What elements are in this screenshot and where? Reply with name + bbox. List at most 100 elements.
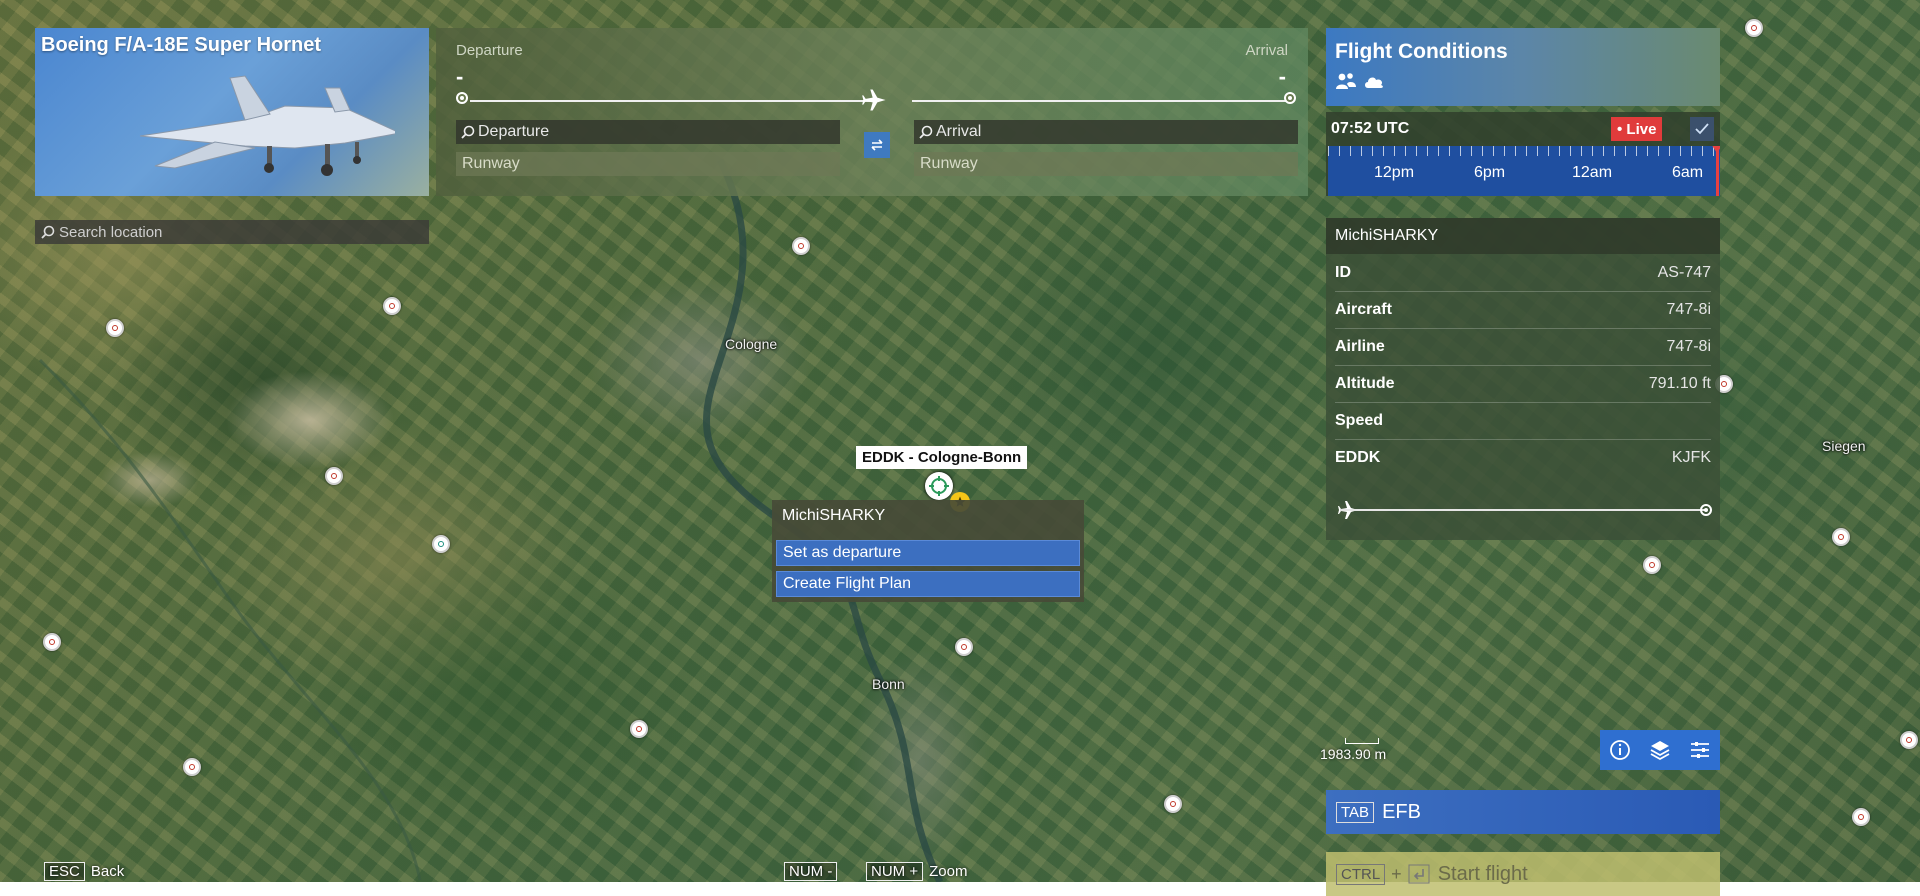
map-tools-bar	[1600, 730, 1720, 770]
departure-route-line	[470, 100, 875, 102]
time-of-day-slider[interactable]: 12pm 6pm 12am 6am	[1328, 146, 1720, 196]
departure-runway-select[interactable]: Runway	[456, 152, 840, 176]
city-label-bonn: Bonn	[872, 676, 905, 692]
timeline-label: 12pm	[1374, 164, 1415, 181]
info-row-altitude: Altitude 791.10 ft	[1335, 365, 1711, 403]
filter-settings-icon[interactable]	[1688, 738, 1712, 762]
destination-node	[1700, 504, 1712, 516]
info-row-airline: Airline 747-8i	[1335, 328, 1711, 366]
zoom-out-hint[interactable]: NUM -	[784, 862, 838, 881]
arrival-runway-select[interactable]: Runway	[914, 152, 1298, 176]
plus-sign: +	[1391, 863, 1402, 884]
map-marker-icon[interactable]	[106, 319, 124, 337]
zoom-label: Zoom	[929, 863, 968, 880]
map-marker-icon[interactable]	[630, 720, 648, 738]
map-marker-icon[interactable]	[432, 535, 450, 553]
arrival-search-field[interactable]: Arrival	[914, 120, 1298, 144]
map-marker-icon[interactable]	[1832, 528, 1850, 546]
map-marker-icon[interactable]	[1900, 731, 1918, 749]
start-flight-label: Start flight	[1437, 862, 1528, 885]
back-hint[interactable]: ESC Back	[44, 862, 124, 881]
search-icon	[41, 225, 55, 239]
live-checkbox[interactable]	[1690, 117, 1714, 141]
map-marker-icon[interactable]	[43, 633, 61, 651]
map-marker-icon[interactable]	[1852, 808, 1870, 826]
flight-progress-track	[1340, 509, 1706, 511]
info-value: 747-8i	[1666, 337, 1711, 355]
live-button[interactable]: • Live	[1611, 117, 1663, 141]
map-marker-icon[interactable]	[183, 758, 201, 776]
info-key: EDDK	[1335, 448, 1381, 466]
airplane-icon	[862, 89, 886, 111]
cloud-icon	[1365, 77, 1383, 88]
info-value: 747-8i	[1666, 300, 1711, 318]
search-location-input[interactable]: Search location	[35, 220, 429, 244]
flight-conditions-panel[interactable]: Flight Conditions	[1326, 28, 1720, 106]
flight-conditions-title: Flight Conditions	[1335, 40, 1508, 63]
swap-arrows-icon	[871, 139, 883, 151]
esc-key: ESC	[44, 862, 85, 881]
info-key: Altitude	[1335, 374, 1395, 392]
tab-key: TAB	[1336, 801, 1375, 823]
map-scale-label: 1983.90 m	[1320, 746, 1387, 762]
start-flight-button[interactable]: CTRL + Start flight	[1326, 852, 1720, 896]
efb-label: EFB	[1382, 800, 1421, 823]
arrival-route-line	[912, 100, 1292, 102]
ctrl-key: CTRL	[1336, 863, 1386, 885]
scale-bar	[1345, 738, 1379, 744]
airport-marker-icon[interactable]	[925, 472, 953, 500]
aircraft-card[interactable]: Boeing F/A-18E Super Hornet	[35, 28, 429, 196]
search-icon	[461, 125, 475, 139]
departure-search-field[interactable]: Departure	[456, 120, 840, 144]
swap-airports-button[interactable]	[864, 132, 890, 158]
airport-label[interactable]: EDDK - Cologne-Bonn	[856, 446, 1028, 469]
utc-time: 07:52 UTC	[1331, 120, 1410, 137]
set-as-departure-button[interactable]: Set as departure	[776, 540, 1080, 566]
timeline-label: 12am	[1572, 164, 1613, 181]
departure-label: Departure	[456, 42, 523, 59]
arrival-label: Arrival	[1245, 42, 1288, 59]
city-label-siegen: Siegen	[1822, 438, 1866, 454]
info-key: Speed	[1335, 411, 1384, 429]
city-label-cologne: Cologne	[725, 336, 778, 352]
map-marker-icon[interactable]	[325, 467, 343, 485]
back-label: Back	[90, 863, 125, 880]
timeline-label: 6am	[1672, 164, 1704, 181]
time-marker-handle[interactable]	[1711, 146, 1720, 196]
map-marker-icon[interactable]	[955, 638, 973, 656]
timeline-label: 6pm	[1474, 164, 1506, 181]
layers-icon[interactable]	[1648, 738, 1672, 762]
route-panel: Departure Arrival - - Departure Arrival …	[436, 28, 1308, 196]
efb-button[interactable]: TAB EFB	[1326, 790, 1720, 834]
info-row-route: EDDK KJFK	[1335, 439, 1711, 476]
checkmark-icon	[1695, 123, 1709, 135]
context-menu: MichiSHARKY Set as departure Create Flig…	[772, 500, 1084, 602]
arrival-value: -	[1278, 64, 1286, 89]
map-marker-icon[interactable]	[1745, 19, 1763, 37]
info-key: ID	[1335, 263, 1351, 281]
departure-value: -	[456, 64, 464, 89]
num-minus-key: NUM -	[784, 862, 838, 881]
map-marker-icon[interactable]	[1164, 795, 1182, 813]
create-flight-plan-button[interactable]: Create Flight Plan	[776, 571, 1080, 597]
search-location-placeholder: Search location	[59, 223, 163, 241]
info-row-id: ID AS-747	[1335, 254, 1711, 292]
info-row-speed: Speed	[1335, 402, 1711, 440]
info-icon[interactable]	[1608, 738, 1632, 762]
search-icon	[919, 125, 933, 139]
arrival-node	[1284, 92, 1296, 104]
map-marker-icon[interactable]	[1643, 556, 1661, 574]
info-panel-title: MichiSHARKY	[1326, 218, 1720, 254]
context-menu-title: MichiSHARKY	[782, 507, 886, 524]
departure-node	[456, 92, 468, 104]
arrival-search-placeholder: Arrival	[936, 123, 982, 140]
zoom-in-hint[interactable]: NUM + Zoom	[866, 862, 967, 881]
map-marker-icon[interactable]	[792, 237, 810, 255]
aircraft-info-panel: MichiSHARKY ID AS-747 Aircraft 747-8i Ai…	[1326, 218, 1720, 540]
enter-key-icon	[1408, 864, 1430, 884]
airport-target-icon	[929, 476, 949, 496]
timeline-ticks	[1328, 146, 1720, 156]
map-marker-icon[interactable]	[383, 297, 401, 315]
info-key: Airline	[1335, 337, 1385, 355]
num-plus-key: NUM +	[866, 862, 924, 881]
